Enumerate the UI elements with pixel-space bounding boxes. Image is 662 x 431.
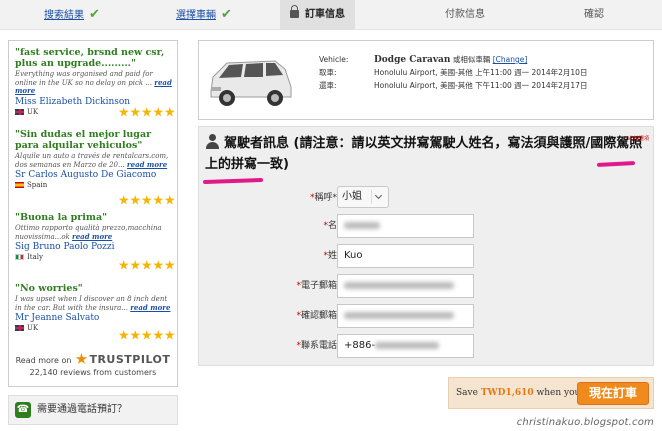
savings-amount: TWD1,610 <box>480 388 534 398</box>
email-input[interactable] <box>337 274 474 298</box>
last-name-input[interactable]: Kuo <box>337 244 474 268</box>
change-vehicle-link[interactable]: [Change] <box>493 55 528 64</box>
star-icon <box>130 195 141 205</box>
review-item: "fast service, brsnd new csr, plus an up… <box>15 47 175 119</box>
save-booking-bar: Save TWD1,610 when you 現在訂車 <box>448 377 654 409</box>
star-icon <box>153 260 164 270</box>
review-item: "Sin dudas el mejor lugar para alquilar … <box>15 129 175 209</box>
phone-booking-prompt[interactable]: ☎ 需要通過電話預訂？ <box>8 395 178 425</box>
uk-flag-icon <box>15 325 24 331</box>
star-icon <box>130 330 141 340</box>
star-icon <box>164 330 175 340</box>
car-image <box>210 60 292 106</box>
phone-icon: ☎ <box>15 402 31 418</box>
star-icon <box>141 330 152 340</box>
star-icon <box>164 107 175 117</box>
first-name-input[interactable] <box>337 214 474 238</box>
chevron-down-icon <box>371 190 385 204</box>
step-payment-info: 付款信息 <box>445 9 485 20</box>
star-icon <box>141 195 152 205</box>
person-icon <box>205 134 220 149</box>
phone-input[interactable]: +886- <box>337 334 474 358</box>
booking-progress-bar: 搜索結果 ✔ 選擇車輛 ✔ 訂車信息 付款信息 確認 <box>0 0 662 30</box>
vehicle-summary: Vehicle: Dodge Caravan 或相似車輛 [Change] 取車:… <box>198 40 654 120</box>
star-icon <box>153 107 164 117</box>
check-icon: ✔ <box>221 7 232 22</box>
spain-flag-icon <box>15 182 24 188</box>
rating-stars <box>118 107 176 118</box>
review-item: "Buona la prima" Ottimo rapporto qualità… <box>15 212 175 282</box>
read-more-link[interactable]: read more <box>72 232 112 241</box>
check-icon: ✔ <box>89 7 100 22</box>
review-item: "No worries" I was upset when I discover… <box>15 283 175 349</box>
confirm-email-row: *確認郵箱 <box>199 304 655 328</box>
driver-details-title: 駕駛者訊息 (請注意：請以英文拼寫駕駛人姓名，寫法須與護照/國際駕照上的拼寫一致… <box>205 134 643 172</box>
read-more-link[interactable]: read more <box>130 303 170 312</box>
step-choose-vehicle-link[interactable]: 選擇車輛 <box>176 10 216 21</box>
watermark: christinakuo.blogspot.com <box>516 417 654 428</box>
star-icon <box>118 330 129 340</box>
star-icon <box>118 260 129 270</box>
star-icon <box>153 330 164 340</box>
vehicle-name-row: Vehicle: Dodge Caravan 或相似車輛 [Change] <box>319 55 528 65</box>
last-name-row: *姓 Kuo <box>199 244 655 268</box>
star-icon <box>141 107 152 117</box>
trustpilot-badge[interactable]: Read more on TRUSTPILOT 22,140 reviews fr… <box>9 353 177 377</box>
star-icon <box>130 260 141 270</box>
phone-row: *聯系電話 +886- <box>199 334 655 358</box>
highlight-underline <box>202 177 264 185</box>
step-confirm: 確認 <box>584 9 604 20</box>
rating-stars <box>118 260 176 271</box>
lock-icon <box>290 5 299 18</box>
read-more-link[interactable]: read more <box>127 160 167 169</box>
title-select[interactable]: 小姐 <box>337 186 389 208</box>
star-icon <box>141 260 152 270</box>
star-icon <box>164 195 175 205</box>
star-icon <box>130 107 141 117</box>
return-row: 還車: Honolulu Airport, 美國-其他 下午11:00 週一 20… <box>319 81 588 90</box>
trustpilot-star-icon <box>75 353 88 364</box>
testimonials-panel: "fast service, brsnd new csr, plus an up… <box>8 40 178 387</box>
rating-stars <box>118 330 176 341</box>
title-row: *稱呼* 小姐 <box>199 186 655 210</box>
confirm-email-input[interactable] <box>337 304 474 328</box>
first-name-row: *名 <box>199 214 655 238</box>
uk-flag-icon <box>15 108 24 115</box>
italy-flag-icon <box>15 254 24 260</box>
rating-stars <box>118 195 176 206</box>
step-choose-vehicle[interactable]: 選擇車輛 ✔ <box>176 0 232 30</box>
email-row: *電子郵箱 <box>199 274 655 298</box>
step-booking-info: 訂車信息 <box>280 0 355 30</box>
book-now-button[interactable]: 現在訂車 <box>577 382 649 405</box>
star-icon <box>153 195 164 205</box>
pickup-row: 取車: Honolulu Airport, 美國-其他 上午11:00 週一 20… <box>319 68 588 77</box>
star-icon <box>118 107 129 117</box>
driver-details-form: 駕駛者訊息 (請注意：請以英文拼寫駕駛人姓名，寫法須與護照/國際駕照上的拼寫一致… <box>198 126 654 366</box>
step-search-results-link[interactable]: 搜索結果 <box>44 10 84 21</box>
star-icon <box>118 195 129 205</box>
star-icon <box>164 260 175 270</box>
step-search-results[interactable]: 搜索結果 ✔ <box>44 0 100 30</box>
